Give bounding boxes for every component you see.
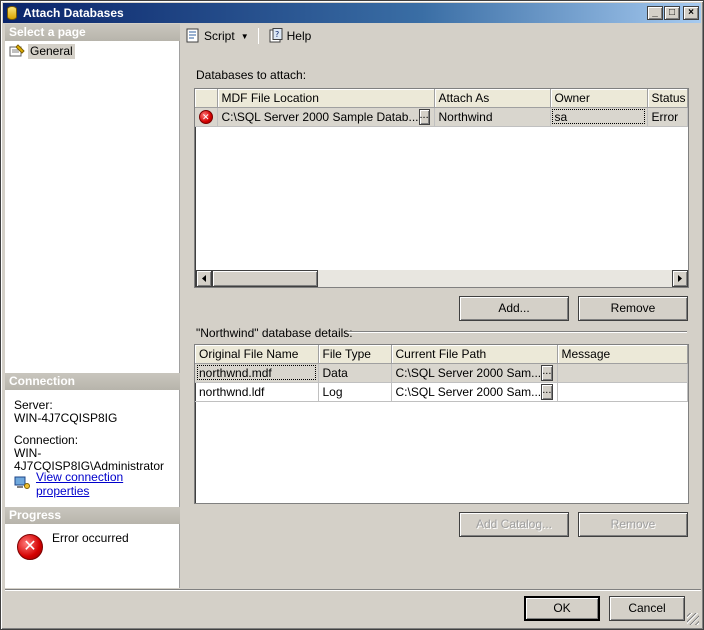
progress-status: Error occurred <box>52 531 129 545</box>
message-cell <box>557 363 688 383</box>
column-header[interactable]: Status <box>647 89 688 108</box>
column-header[interactable]: Attach As <box>434 89 551 108</box>
details-divider <box>347 331 687 333</box>
svg-text:?: ? <box>275 30 279 39</box>
view-connection-properties-link[interactable]: View connection properties <box>14 470 179 498</box>
close-button[interactable]: × <box>683 6 699 20</box>
attach-as-cell[interactable]: Northwind <box>434 107 551 127</box>
view-connection-properties-label: View connection properties <box>36 470 124 498</box>
remove-file-button[interactable]: Remove <box>578 512 688 537</box>
remove-database-button[interactable]: Remove <box>578 296 688 321</box>
column-header[interactable]: MDF File Location <box>217 89 435 108</box>
column-header[interactable]: Original File Name <box>195 345 319 364</box>
help-label: Help <box>286 29 312 43</box>
chevron-down-icon[interactable]: ▼ <box>241 32 249 41</box>
databases-grid[interactable]: MDF File Location Attach As Owner Status… <box>194 88 689 288</box>
details-grid[interactable]: Original File Name File Type Current Fil… <box>194 344 689 504</box>
details-caption: "Northwind" database details: <box>196 326 353 340</box>
details-grid-header: Original File Name File Type Current Fil… <box>195 345 688 364</box>
databases-grid-header: MDF File Location Attach As Owner Status <box>195 89 688 108</box>
file-type-cell: Log <box>318 382 392 402</box>
select-page-header: Select a page <box>5 24 180 41</box>
file-path: C:\SQL Server 2000 Sam... <box>395 365 542 380</box>
message-cell <box>557 382 688 402</box>
table-row[interactable]: northwnd.ldf Log C:\SQL Server 2000 Sam.… <box>195 382 688 402</box>
resize-grip[interactable] <box>687 613 699 625</box>
help-icon: ? <box>269 28 283 43</box>
browse-path-button[interactable]: ... <box>541 383 553 400</box>
general-page-icon <box>9 44 25 58</box>
mdf-cell[interactable]: C:\SQL Server 2000 Sample Datab... ... <box>217 107 435 127</box>
add-catalog-button[interactable]: Add Catalog... <box>459 512 569 537</box>
owner-cell[interactable]: sa <box>550 107 648 127</box>
toolbar: Script ▼ ? Help <box>181 24 701 48</box>
minimize-button[interactable]: _ <box>647 6 663 20</box>
databases-caption: Databases to attach: <box>196 68 307 82</box>
connection-header: Connection <box>5 373 180 390</box>
maximize-button[interactable]: □ <box>664 6 680 20</box>
row-status-cell: ✕ <box>195 107 218 127</box>
connection-properties-icon <box>14 476 30 493</box>
column-header[interactable]: Owner <box>550 89 648 108</box>
page-item-general[interactable]: General <box>9 43 75 59</box>
scroll-right-button[interactable] <box>672 270 688 287</box>
file-path-cell[interactable]: C:\SQL Server 2000 Sam... ... <box>391 363 558 383</box>
mdf-location: C:\SQL Server 2000 Sample Datab... <box>221 109 419 124</box>
file-type-cell: Data <box>318 363 392 383</box>
table-row[interactable]: northwnd.mdf Data C:\SQL Server 2000 Sam… <box>195 363 688 383</box>
toolbar-separator <box>257 28 259 44</box>
status-cell: Error <box>647 107 688 127</box>
cancel-button[interactable]: Cancel <box>609 596 685 621</box>
error-icon: ✕ <box>198 110 213 124</box>
file-path: C:\SQL Server 2000 Sam... <box>395 384 542 399</box>
script-label: Script <box>204 29 235 43</box>
file-name-cell[interactable]: northwnd.ldf <box>195 382 319 402</box>
error-icon: ✕ <box>17 534 43 560</box>
page-item-label: General <box>28 43 75 59</box>
column-header[interactable]: File Type <box>318 345 392 364</box>
column-header[interactable]: Current File Path <box>391 345 558 364</box>
help-button[interactable]: ? Help <box>266 26 314 46</box>
database-icon <box>7 6 17 20</box>
progress-header: Progress <box>5 507 180 524</box>
file-name-cell[interactable]: northwnd.mdf <box>195 363 319 383</box>
window-title: Attach Databases <box>23 6 124 20</box>
scrollbar-thumb[interactable] <box>212 270 318 287</box>
row-header-cell <box>195 89 218 108</box>
script-icon <box>186 28 199 43</box>
main-pane: Script ▼ ? Help Databases to attach: MDF… <box>181 24 701 588</box>
horizontal-scrollbar[interactable] <box>196 270 688 287</box>
attach-databases-window: Attach Databases _ □ × Select a page Gen… <box>0 0 704 630</box>
browse-path-button[interactable]: ... <box>541 364 553 381</box>
left-pane: Select a page General Connection Server:… <box>5 24 180 588</box>
ok-button[interactable]: OK <box>524 596 600 621</box>
title-bar[interactable]: Attach Databases _ □ × <box>3 3 701 23</box>
script-button[interactable]: Script ▼ <box>183 26 251 46</box>
add-database-button[interactable]: Add... <box>459 296 569 321</box>
server-value: WIN-4J7CQISP8IG <box>14 411 118 425</box>
column-header[interactable]: Message <box>557 345 688 364</box>
file-path-cell[interactable]: C:\SQL Server 2000 Sam... ... <box>391 382 558 402</box>
browse-mdf-button[interactable]: ... <box>418 108 430 125</box>
table-row[interactable]: ✕ C:\SQL Server 2000 Sample Datab... ...… <box>195 107 688 127</box>
scroll-left-button[interactable] <box>196 270 212 287</box>
dialog-footer: OK Cancel <box>5 589 701 627</box>
